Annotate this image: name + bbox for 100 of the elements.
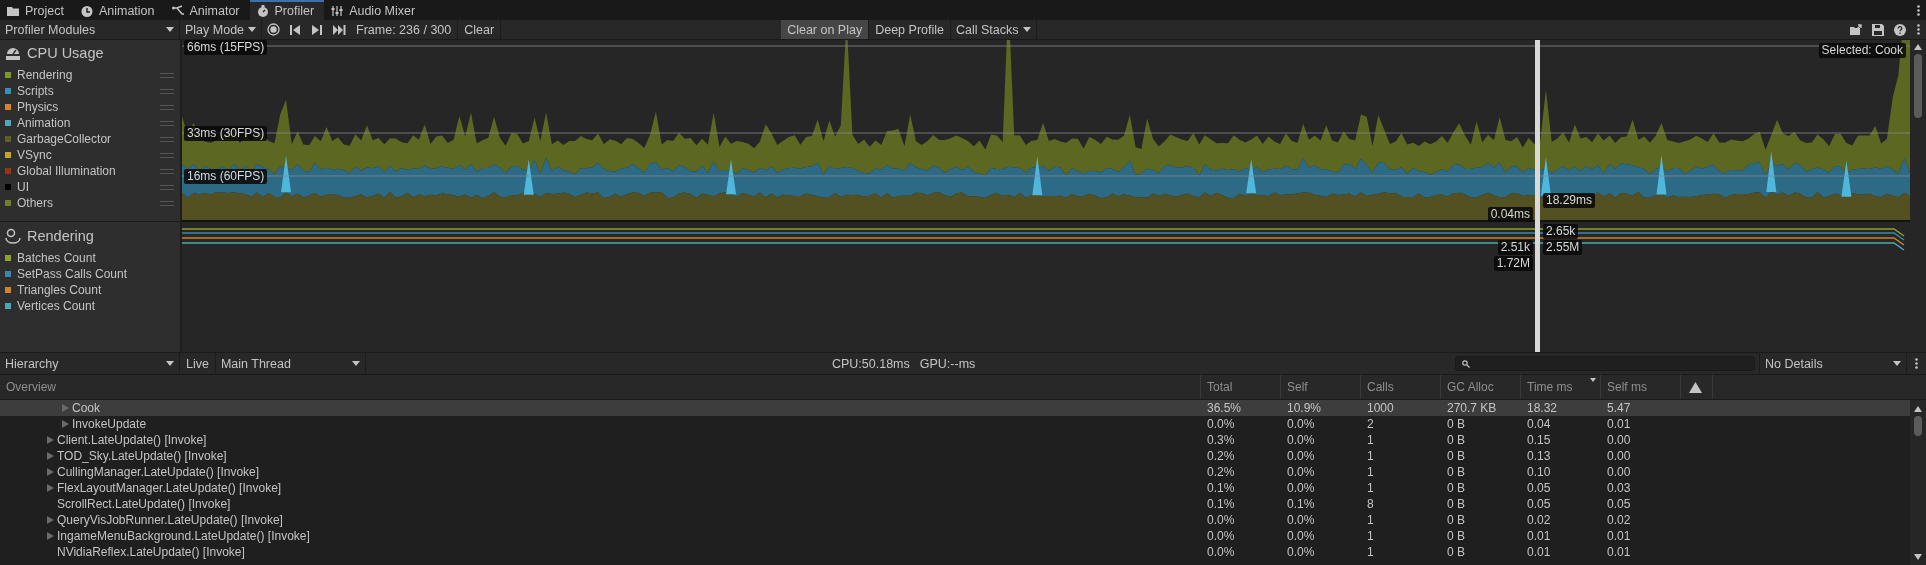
expand-arrow-icon[interactable] <box>46 452 54 460</box>
clear-button[interactable]: Clear <box>457 20 502 39</box>
legend-item[interactable]: Global Illumination <box>0 163 180 179</box>
table-cell-text: 0.13 <box>1526 449 1552 463</box>
module-title[interactable]: Rendering <box>27 228 94 244</box>
function-name: QueryVisJobRunner.LateUpdate() [Invoke] <box>57 513 283 527</box>
table-cell-text: 0.00 <box>1606 465 1632 479</box>
toggle-button[interactable]: Deep Profile <box>869 20 951 39</box>
function-name: Client.LateUpdate() [Invoke] <box>57 433 207 447</box>
table-cell-text: 1 <box>1366 545 1375 559</box>
tree-row[interactable]: FlexLayoutManager.LateUpdate() [Invoke] 0.1% 0.0% 1 0 B 0.05 0.03 <box>0 480 1910 496</box>
previous-frame-icon[interactable] <box>290 24 301 35</box>
expand-arrow-icon[interactable] <box>46 532 54 540</box>
scrollbar[interactable] <box>1910 400 1926 565</box>
scroll-thumb[interactable] <box>1914 416 1922 436</box>
drag-handle-icon[interactable] <box>160 152 174 158</box>
column-header[interactable]: Overview <box>0 375 1200 399</box>
legend-item[interactable]: SetPass Calls Count <box>0 266 180 282</box>
drag-handle-icon[interactable] <box>160 72 174 78</box>
tree-row[interactable]: Client.LateUpdate() [Invoke] 0.3% 0.0% 1 0 B 0.15 0.00 <box>0 432 1910 448</box>
column-header[interactable]: Calls <box>1360 375 1440 399</box>
legend-item[interactable]: Animation <box>0 115 180 131</box>
last-frame-icon[interactable] <box>332 24 346 35</box>
next-frame-icon[interactable] <box>312 24 323 35</box>
tree-row[interactable]: IngameMenuBackground.LateUpdate() [Invoke] 0.0% 0.0% 1 0 B 0.01 0.01 <box>0 528 1910 544</box>
more-icon[interactable] <box>1915 358 1918 369</box>
tab[interactable]: Animator <box>164 0 250 20</box>
search-icon <box>1462 359 1470 368</box>
drag-handle-icon[interactable] <box>160 136 174 142</box>
search-field[interactable] <box>1455 356 1755 371</box>
table-cell-text: 0.01 <box>1606 417 1632 431</box>
tree-row[interactable]: ScrollRect.LateUpdate() [Invoke] 0.1% 0.1% 8 0 B 0.05 0.05 <box>0 496 1910 512</box>
scroll-down-icon[interactable] <box>1914 554 1922 560</box>
legend-item[interactable]: Batches Count <box>0 250 180 266</box>
drag-handle-icon[interactable] <box>160 120 174 126</box>
legend-item[interactable]: Triangles Count <box>0 282 180 298</box>
drag-handle-icon[interactable] <box>160 88 174 94</box>
column-header[interactable]: Total <box>1200 375 1280 399</box>
table-cell-text: 10.9% <box>1286 401 1323 415</box>
drag-handle-icon[interactable] <box>160 168 174 174</box>
tree-row[interactable]: CullingManager.LateUpdate() [Invoke] 0.2% 0.0% 1 0 B 0.10 0.00 <box>0 464 1910 480</box>
load-icon[interactable] <box>1848 23 1864 36</box>
tree-row[interactable]: Cook 36.5% 10.9% 1000 270.7 KB 18.32 5.47 <box>0 400 1910 416</box>
tree-row[interactable]: QueryVisJobRunner.LateUpdate() [Invoke] 0.0% 0.0% 1 0 B 0.02 0.02 <box>0 512 1910 528</box>
more-icon[interactable] <box>1917 24 1920 35</box>
legend-item[interactable]: Others <box>0 195 180 211</box>
view-dropdown[interactable]: Hierarchy <box>0 353 180 374</box>
tree-row[interactable]: InvokeUpdate 0.0% 0.0% 2 0 B 0.04 0.01 <box>0 416 1910 432</box>
column-header[interactable]: Self ms <box>1600 375 1680 399</box>
scroll-thumb[interactable] <box>1914 54 1922 118</box>
column-header[interactable]: Time ms <box>1520 375 1600 399</box>
tab[interactable]: Profiler <box>249 0 325 20</box>
legend-item[interactable]: GarbageCollector <box>0 131 180 147</box>
mode-dropdown[interactable]: Play Mode <box>180 20 263 39</box>
call-stacks-dropdown[interactable]: Call Stacks <box>951 20 1037 39</box>
caret-icon <box>248 27 257 32</box>
tree-row[interactable]: TOD_Sky.LateUpdate() [Invoke] 0.2% 0.0% 1 0 B 0.13 0.00 <box>0 448 1910 464</box>
tab[interactable]: Project <box>0 0 74 20</box>
column-header[interactable]: GC Alloc <box>1440 375 1520 399</box>
tab[interactable]: Animation <box>73 0 165 20</box>
thread-dropdown[interactable]: Main Thread <box>215 353 366 374</box>
table-cell-text: 0.05 <box>1526 497 1552 511</box>
record-icon[interactable] <box>266 23 280 36</box>
legend-item[interactable]: Rendering <box>0 67 180 83</box>
drag-handle-icon[interactable] <box>160 200 174 206</box>
help-icon[interactable] <box>1894 23 1906 36</box>
function-name: TOD_Sky.LateUpdate() [Invoke] <box>57 449 227 463</box>
tree-row[interactable]: NVidiaReflex.LateUpdate() [Invoke] 0.0% 0.0% 1 0 B 0.01 0.01 <box>0 544 1910 560</box>
expand-arrow-icon[interactable] <box>46 516 54 524</box>
save-icon[interactable] <box>1872 23 1884 36</box>
module-title[interactable]: CPU Usage <box>27 45 104 61</box>
warning-icon[interactable] <box>1689 381 1702 393</box>
expand-arrow-icon[interactable] <box>61 404 69 412</box>
legend-item[interactable]: Vertices Count <box>0 298 180 314</box>
drag-handle-icon[interactable] <box>160 104 174 110</box>
scrollbar[interactable] <box>1910 40 1926 352</box>
more-icon[interactable] <box>1917 4 1920 16</box>
expand-arrow-icon[interactable] <box>46 484 54 492</box>
expand-arrow-icon[interactable] <box>46 436 54 444</box>
tab[interactable]: Audio Mixer <box>324 0 426 20</box>
live-button[interactable]: Live <box>180 353 216 374</box>
drag-handle-icon[interactable] <box>160 184 174 190</box>
details-dropdown[interactable]: No Details <box>1759 353 1907 374</box>
table-cell-text: 0.0% <box>1286 433 1316 447</box>
table-cell-text: 1 <box>1366 449 1375 463</box>
toggle-button[interactable]: Clear on Play <box>781 20 870 39</box>
expand-arrow-icon[interactable] <box>61 420 69 428</box>
legend-item[interactable]: VSync <box>0 147 180 163</box>
expand-arrow-icon[interactable] <box>46 468 54 476</box>
table-cell-text: 270.7 KB <box>1446 401 1498 415</box>
table-cell-text: 0.0% <box>1206 529 1236 543</box>
scroll-up-icon[interactable] <box>1914 406 1922 412</box>
sliders-icon <box>330 4 345 18</box>
legend-item[interactable]: Physics <box>0 99 180 115</box>
column-header[interactable]: Self <box>1280 375 1360 399</box>
modules-dropdown[interactable]: Profiler Modules <box>0 20 180 39</box>
table-cell-text: 0.2% <box>1206 465 1236 479</box>
scroll-up-icon[interactable] <box>1914 44 1922 50</box>
legend-item[interactable]: UI <box>0 179 180 195</box>
legend-item[interactable]: Scripts <box>0 83 180 99</box>
